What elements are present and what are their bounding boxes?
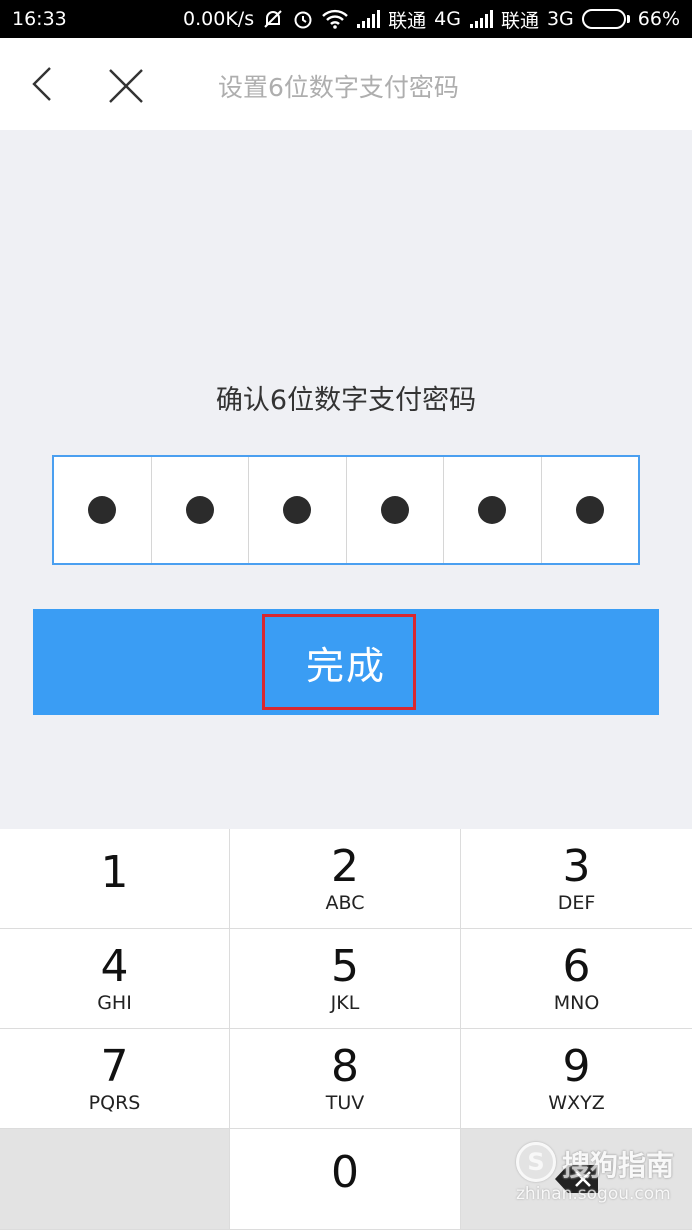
pin-dot: [478, 496, 507, 524]
carrier-2: 联通: [500, 9, 539, 32]
key-digit: 3: [562, 840, 591, 892]
key-letters: MNO: [553, 991, 600, 1014]
pin-cell: [152, 457, 249, 563]
network-type-2: 3G: [546, 8, 574, 30]
annotation-highlight-box: [262, 614, 416, 710]
back-button[interactable]: [22, 64, 62, 104]
pin-dot: [575, 496, 604, 524]
key-letters: ABC: [325, 891, 365, 914]
pin-cell: [249, 457, 347, 563]
key-6[interactable]: 6 MNO: [461, 929, 692, 1028]
key-digit: 1: [100, 846, 129, 898]
key-digit: 8: [331, 1040, 359, 1092]
key-digit: 0: [331, 1147, 359, 1198]
pin-cell: [542, 457, 639, 563]
key-letters: GHI: [97, 991, 132, 1014]
close-button[interactable]: [104, 64, 148, 108]
key-9[interactable]: 9 WXYZ: [461, 1029, 692, 1128]
key-empty: [0, 1129, 229, 1229]
status-bar: 16:33 0.00K/s 联通 4G 联通 3G 66%: [0, 0, 692, 38]
battery-icon: [581, 9, 630, 29]
battery-percent: 66%: [637, 8, 680, 30]
close-icon: [109, 69, 143, 103]
key-2[interactable]: 2 ABC: [230, 829, 460, 928]
status-right: 0.00K/s 联通 4G 联通 3G 66%: [183, 6, 680, 33]
key-digit: 4: [100, 940, 129, 992]
key-4[interactable]: 4 GHI: [0, 929, 229, 1028]
network-speed: 0.00K/s: [183, 8, 255, 30]
pin-dot: [185, 496, 214, 524]
confirm-prompt: 确认6位数字支付密码: [215, 385, 477, 416]
signal-icon: [469, 10, 493, 28]
sogou-logo-icon: S: [516, 1142, 556, 1182]
watermark-brand: 搜狗指南: [562, 1149, 675, 1182]
key-digit: 9: [562, 1040, 591, 1092]
key-8[interactable]: 8 TUV: [230, 1029, 460, 1128]
signal-icon: [356, 10, 381, 28]
key-0[interactable]: 0: [230, 1129, 460, 1229]
pin-cell: [444, 457, 542, 563]
pin-input[interactable]: [52, 455, 640, 565]
pin-cell: [347, 457, 444, 563]
key-5[interactable]: 5 JKL: [230, 929, 460, 1028]
pin-cell: [54, 457, 152, 563]
watermark: S 搜狗指南 zhinan.sogou.com: [514, 1140, 684, 1210]
alarm-icon: [292, 8, 314, 30]
key-digit: 7: [100, 1040, 129, 1092]
chevron-left-icon: [32, 67, 51, 101]
key-digit: 2: [331, 840, 359, 892]
key-1[interactable]: 1: [0, 829, 229, 928]
carrier-1: 联通: [388, 9, 427, 32]
pin-dot: [88, 496, 117, 524]
header-bar: 设置6位数字支付密码: [0, 38, 692, 130]
wifi-icon: [322, 9, 348, 29]
status-time: 16:33: [12, 8, 67, 30]
key-3[interactable]: 3 DEF: [461, 829, 692, 928]
key-letters: TUV: [325, 1091, 365, 1114]
key-digit: 6: [562, 940, 591, 992]
network-type-1: 4G: [434, 8, 461, 30]
watermark-url: zhinan.sogou.com: [516, 1184, 671, 1204]
key-letters: WXYZ: [548, 1091, 605, 1114]
key-letters: JKL: [330, 991, 360, 1014]
key-digit: 5: [331, 940, 359, 992]
pin-dot: [283, 496, 312, 524]
key-letters: DEF: [557, 891, 596, 914]
page-title: 设置6位数字支付密码: [218, 73, 459, 102]
key-7[interactable]: 7 PQRS: [0, 1029, 229, 1128]
pin-dot: [380, 496, 409, 524]
key-letters: PQRS: [88, 1091, 141, 1114]
mute-icon: [262, 8, 284, 30]
